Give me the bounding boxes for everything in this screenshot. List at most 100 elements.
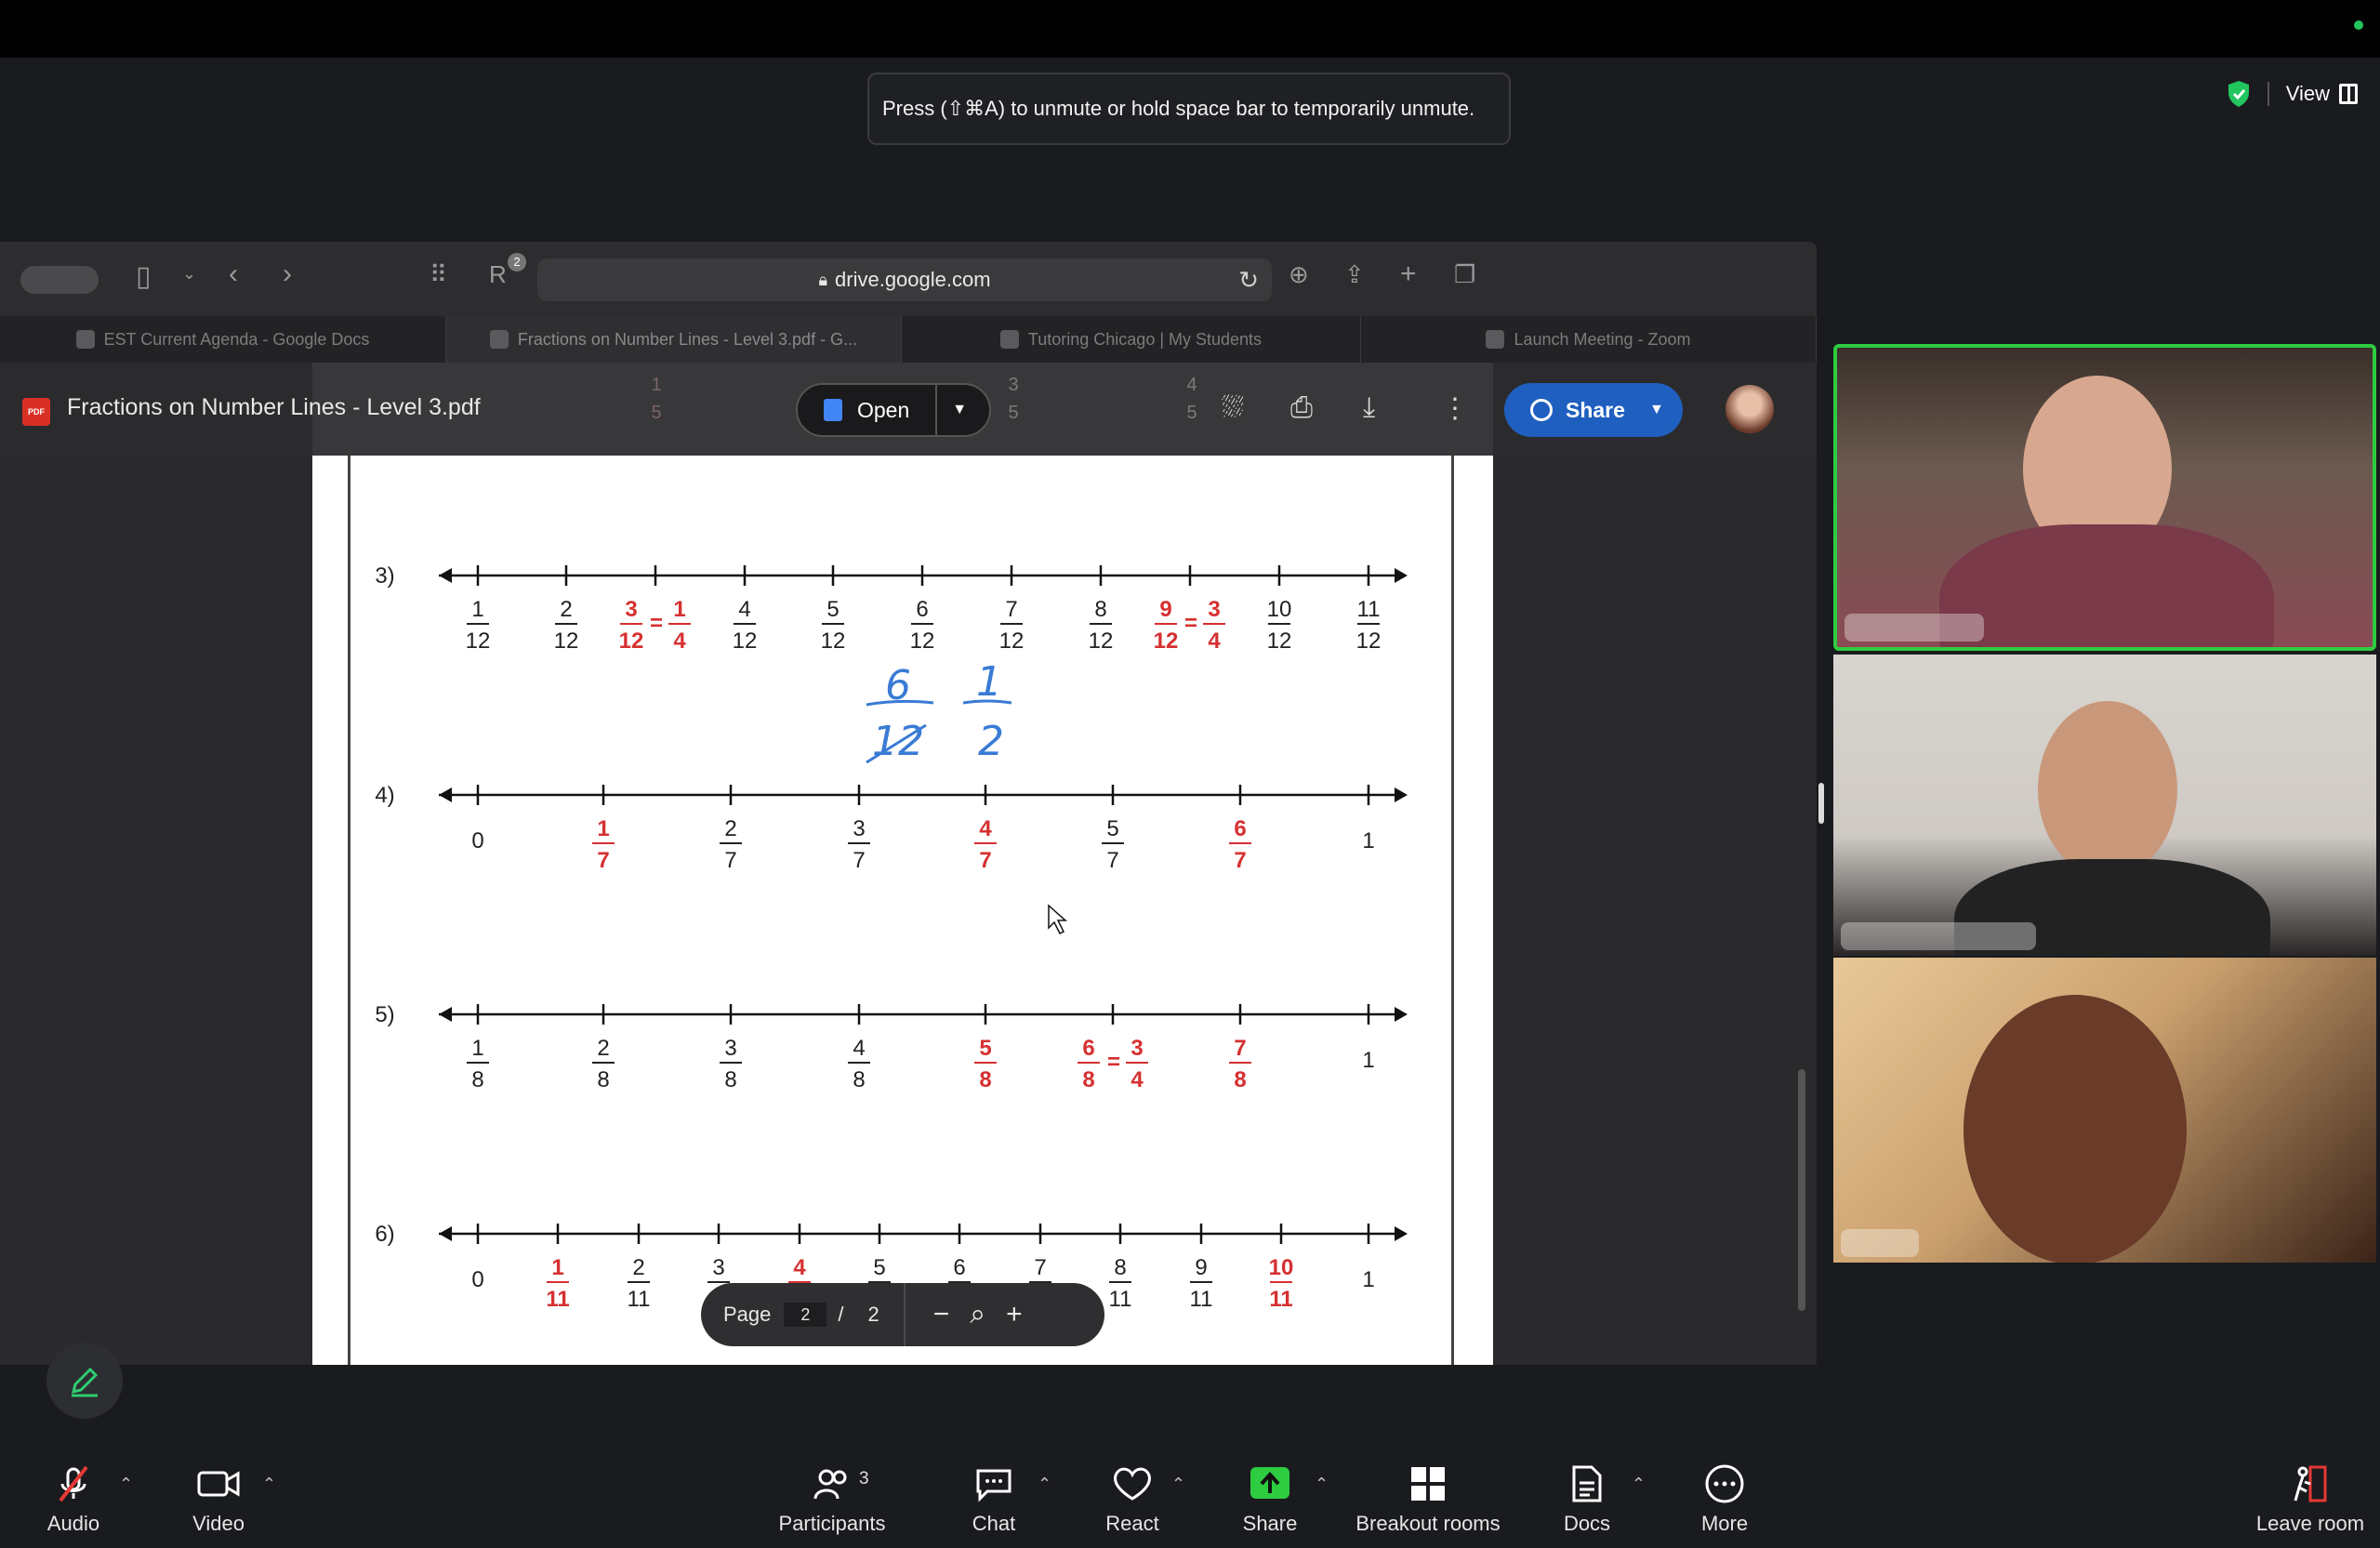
account-avatar[interactable]: [1726, 385, 1774, 433]
mouse-cursor-icon: [1048, 904, 1067, 935]
handwritten-digit: 1: [976, 658, 1002, 706]
tab-agenda[interactable]: EST Current Agenda - Google Docs: [0, 316, 446, 363]
chat-options-caret[interactable]: ⌃: [1038, 1475, 1051, 1494]
tab-label: Tutoring Chicago | My Students: [1027, 329, 1263, 349]
new-tab-icon[interactable]: +: [1400, 258, 1417, 290]
share-options-caret[interactable]: ⌃: [1315, 1475, 1329, 1494]
panel-resize-handle[interactable]: [1818, 783, 1824, 824]
download-icon[interactable]: ⤓: [1363, 392, 1375, 424]
share-label: Share: [1566, 397, 1625, 422]
whole-number-label: 0: [471, 828, 483, 853]
breakout-grid-icon: [1409, 1463, 1447, 1504]
apps-grid-icon[interactable]: ⠿: [430, 260, 447, 289]
audio-options-caret[interactable]: ⌃: [119, 1475, 133, 1494]
heart-icon: [1112, 1463, 1153, 1504]
google-docs-icon: [824, 399, 842, 421]
download-icon[interactable]: ⊕: [1289, 260, 1309, 289]
extension-icon[interactable]: R: [489, 260, 507, 289]
share-button[interactable]: Share ▼: [1504, 383, 1683, 437]
tab-overview-icon[interactable]: ❐: [1454, 260, 1475, 289]
fraction-numerator: 8: [1094, 597, 1106, 622]
equals-sign: =: [1184, 611, 1197, 636]
tab-zoom[interactable]: Launch Meeting - Zoom: [1361, 316, 1817, 363]
view-control[interactable]: View: [2227, 80, 2358, 108]
fraction-numerator: 1: [673, 597, 685, 622]
caret-down-icon[interactable]: ▼: [952, 402, 967, 418]
fraction-denominator: 7: [1106, 848, 1118, 873]
arrow-right-icon: [1395, 1007, 1408, 1022]
caret-down-icon[interactable]: ▼: [1649, 402, 1664, 418]
scrollbar[interactable]: [1798, 1069, 1805, 1311]
audio-label: Audio: [46, 1512, 100, 1535]
window-controls-pill[interactable]: [20, 266, 99, 294]
docs-options-caret[interactable]: ⌃: [1632, 1475, 1646, 1494]
fraction-denominator: 4: [673, 628, 686, 654]
fraction-numerator: 5: [979, 1036, 991, 1061]
reload-icon[interactable]: ↻: [1238, 266, 1259, 295]
fraction-denominator: 12: [821, 628, 846, 654]
participants-label: Participants: [778, 1512, 886, 1535]
tab-tutoring[interactable]: Tutoring Chicago | My Students: [902, 316, 1361, 363]
fraction-numerator: 2: [597, 1036, 609, 1061]
video-tile-2[interactable]: [1833, 655, 2376, 956]
problem-number: 3): [375, 563, 394, 589]
forward-icon[interactable]: ›: [283, 258, 292, 290]
react-options-caret[interactable]: ⌃: [1171, 1475, 1185, 1494]
video-options-caret[interactable]: ⌃: [262, 1475, 276, 1494]
chevron-down-icon[interactable]: ⌄: [182, 264, 196, 284]
fraction-numerator: 6: [916, 597, 928, 622]
zoom-in-icon[interactable]: +: [1006, 1299, 1023, 1330]
sidebar-icon[interactable]: ▯: [136, 260, 152, 293]
unmute-toast: Press (⇧⌘A) to unmute or hold space bar …: [867, 73, 1511, 145]
share-sheet-icon[interactable]: ⇪: [1344, 260, 1365, 289]
video-tile-1[interactable]: [1833, 344, 2376, 651]
annotate-pen-button[interactable]: [46, 1343, 123, 1419]
fraction-denominator: 12: [1154, 628, 1179, 654]
handwritten-digit: 2: [978, 718, 1004, 765]
fraction-numerator: 10: [1269, 1255, 1294, 1280]
breakout-rooms-button[interactable]: Breakout rooms: [1344, 1432, 1512, 1548]
fraction-numerator: 2: [560, 597, 572, 622]
fraction-denominator: 11: [1190, 1287, 1213, 1312]
fraction-numerator: 1: [471, 597, 483, 622]
add-to-drive-icon[interactable]: ⛆: [1222, 392, 1244, 424]
back-icon[interactable]: ‹: [229, 258, 238, 290]
print-icon[interactable]: ⎙: [1290, 392, 1313, 424]
view-button[interactable]: View: [2286, 82, 2358, 106]
fraction-denominator: 11: [546, 1287, 569, 1312]
open-separator: [935, 384, 938, 436]
zoom-icon[interactable]: ⌕: [970, 1299, 985, 1330]
participants-button[interactable]: Participants: [762, 1432, 902, 1548]
more-options-icon[interactable]: ⋮: [1441, 392, 1469, 425]
fraction-denominator: 12: [554, 628, 579, 654]
fraction-numerator: 5: [873, 1255, 885, 1280]
top-strip: [0, 0, 2380, 58]
more-button[interactable]: More: [1655, 1432, 1794, 1548]
tab-fractions-pdf[interactable]: Fractions on Number Lines - Level 3.pdf …: [446, 316, 902, 363]
page-label: Page: [723, 1303, 772, 1326]
participant-nametag: [1841, 1229, 1919, 1257]
fraction-denominator: 8: [597, 1067, 609, 1092]
fraction-denominator: 7: [597, 848, 609, 873]
fraction-denominator: 8: [853, 1067, 865, 1092]
ghost-numerator: 4: [1186, 375, 1197, 395]
open-with-button[interactable]: Open ▼: [796, 383, 991, 437]
leave-room-button[interactable]: Leave room: [2241, 1432, 2380, 1548]
page-total: 2: [867, 1303, 879, 1326]
fraction-numerator: 2: [632, 1255, 644, 1280]
fraction-numerator: 6: [953, 1255, 965, 1280]
url-bar[interactable]: 🔒︎ drive.google.com ↻: [537, 258, 1272, 301]
breakout-rooms-label: Breakout rooms: [1355, 1512, 1501, 1535]
extension-badge: 2: [508, 253, 526, 271]
chat-label: Chat: [972, 1512, 1016, 1535]
zoom-out-icon[interactable]: −: [933, 1299, 950, 1330]
page-navigator: Page 2 / 2 − ⌕ +: [701, 1283, 1104, 1346]
fraction-denominator: 11: [628, 1287, 651, 1312]
whole-number-label: 1: [1362, 1267, 1374, 1292]
fraction-denominator: 8: [1234, 1067, 1246, 1092]
ghost-denominator: 5: [1186, 403, 1197, 423]
page-number-input[interactable]: 2: [784, 1303, 827, 1327]
arrow-left-icon: [439, 1007, 452, 1022]
video-tile-3[interactable]: [1833, 958, 2376, 1263]
problem-number: 5): [375, 1002, 394, 1027]
